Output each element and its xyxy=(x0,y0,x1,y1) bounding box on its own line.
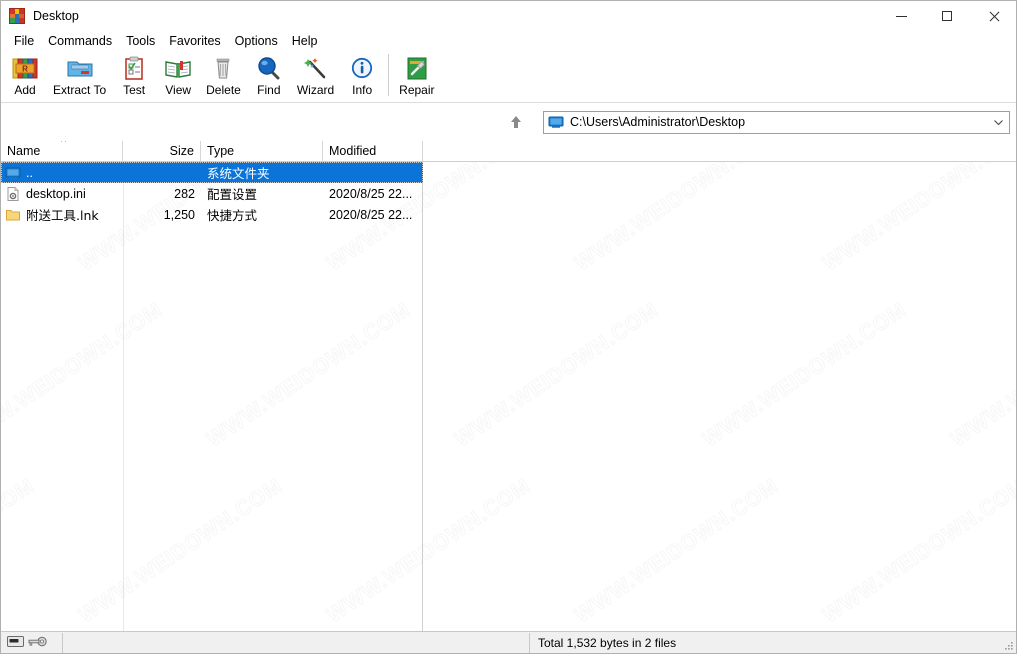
cell-name-text: 附送工具.lnk xyxy=(26,208,99,223)
column-header-size[interactable]: Size xyxy=(123,141,201,161)
menu-item-file[interactable]: File xyxy=(7,33,41,49)
address-combobox[interactable]: C:\Users\Administrator\Desktop xyxy=(543,110,1010,134)
chevron-down-icon[interactable] xyxy=(989,112,1007,133)
shortcut-folder-icon xyxy=(5,207,21,223)
column-header-size-label: Size xyxy=(169,144,194,158)
toolbar-button-delete[interactable]: Delete xyxy=(200,51,247,101)
toolbar-button-wizard[interactable]: Wizard xyxy=(291,51,340,101)
sort-ascending-icon: ^ xyxy=(61,141,67,148)
toolbar-button-find[interactable]: Find xyxy=(247,51,291,101)
title-bar: Desktop xyxy=(1,1,1016,31)
toolbar-button-extract-to[interactable]: Extract To xyxy=(47,51,112,101)
find-magnifier-icon xyxy=(253,53,285,83)
window-title: Desktop xyxy=(33,9,79,23)
minimize-button[interactable] xyxy=(878,1,924,31)
menu-item-commands[interactable]: Commands xyxy=(41,33,119,49)
minimize-icon xyxy=(895,15,907,17)
toolbar-label-view: View xyxy=(165,83,192,97)
toolbar-label-test: Test xyxy=(123,83,146,97)
toolbar: R Add Extract To Test View Delete Find W… xyxy=(1,51,1016,103)
toolbar-button-test[interactable]: Test xyxy=(112,51,156,101)
cell-size: 1,250 xyxy=(163,207,195,222)
extract-folder-icon xyxy=(64,53,96,83)
parent-folder-desktop-icon xyxy=(5,165,21,181)
key-status-icon[interactable] xyxy=(28,635,47,651)
drive-status-icon[interactable] xyxy=(7,635,24,651)
file-list-rows: .. 系统文件夹 desktop.ini 282 配置设置 2020/8/25 … xyxy=(1,162,1016,225)
column-header-type[interactable]: Type xyxy=(201,141,323,161)
cell-name-text: desktop.ini xyxy=(26,186,86,201)
toolbar-label-repair: Repair xyxy=(399,83,435,97)
cell-type: 配置设置 xyxy=(207,187,258,202)
toolbar-button-info[interactable]: Info xyxy=(340,51,384,101)
ini-config-file-icon xyxy=(5,186,21,202)
menu-item-help[interactable]: Help xyxy=(285,33,325,49)
toolbar-button-add[interactable]: R Add xyxy=(3,51,47,101)
cell-name-text: .. xyxy=(26,165,33,180)
status-bar: Total 1,532 bytes in 2 files xyxy=(1,631,1016,653)
address-bar: C:\Users\Administrator\Desktop xyxy=(1,103,1016,141)
toolbar-button-repair[interactable]: Repair xyxy=(393,51,440,101)
column-header-name[interactable]: Name ^ xyxy=(1,141,123,161)
status-total-text: Total 1,532 bytes in 2 files xyxy=(538,635,677,650)
maximize-button[interactable] xyxy=(924,1,970,31)
title-bar-left: Desktop xyxy=(1,8,79,24)
table-row[interactable]: desktop.ini 282 配置设置 2020/8/25 22... xyxy=(1,183,423,204)
view-book-icon xyxy=(162,53,194,83)
maximize-icon xyxy=(942,11,952,21)
wizard-wand-icon xyxy=(300,53,332,83)
resize-grip-icon[interactable] xyxy=(1000,633,1016,653)
table-row[interactable]: .. 系统文件夹 xyxy=(1,162,423,183)
winrar-books-icon xyxy=(9,8,25,24)
column-header-type-label: Type xyxy=(207,144,235,158)
svg-text:R: R xyxy=(22,65,28,74)
close-button[interactable] xyxy=(970,1,1016,31)
cell-modified: 2020/8/25 22... xyxy=(329,186,413,201)
table-row[interactable]: 附送工具.lnk 1,250 快捷方式 2020/8/25 22... xyxy=(1,204,423,225)
close-icon xyxy=(988,11,999,22)
toolbar-label-wizard: Wizard xyxy=(296,83,335,97)
status-bar-icons xyxy=(1,632,63,653)
delete-trash-icon xyxy=(207,53,239,83)
toolbar-label-extract-to: Extract To xyxy=(53,83,107,97)
info-circle-icon xyxy=(346,53,378,83)
cell-name: desktop.ini xyxy=(1,186,123,202)
column-header-modified-label: Modified xyxy=(329,144,377,158)
menu-item-options[interactable]: Options xyxy=(228,33,285,49)
file-list-header: Name ^ Size Type Modified xyxy=(1,141,1016,162)
toolbar-label-add: Add xyxy=(14,83,36,97)
toolbar-label-info: Info xyxy=(352,83,373,97)
menu-bar: File Commands Tools Favorites Options He… xyxy=(1,31,1016,51)
toolbar-button-view[interactable]: View xyxy=(156,51,200,101)
file-list-pane: Name ^ Size Type Modified .. 系统文件夹 deskt… xyxy=(1,141,1016,631)
toolbar-label-find: Find xyxy=(257,83,281,97)
address-value[interactable]: C:\Users\Administrator\Desktop xyxy=(570,115,989,129)
up-one-level-button[interactable] xyxy=(499,107,533,137)
cell-size: 282 xyxy=(174,186,195,201)
repair-hammer-icon xyxy=(401,53,433,83)
menu-item-tools[interactable]: Tools xyxy=(119,33,162,49)
add-archive-icon: R xyxy=(9,53,41,83)
cell-modified: 2020/8/25 22... xyxy=(329,207,413,222)
cell-type: 快捷方式 xyxy=(207,208,258,223)
window-controls xyxy=(878,1,1016,31)
toolbar-separator xyxy=(388,54,390,96)
status-bar-spacer xyxy=(63,632,530,653)
cell-name: 附送工具.lnk xyxy=(1,205,123,224)
test-clipboard-icon xyxy=(118,53,150,83)
file-list-right-edge xyxy=(422,162,423,631)
cell-name: .. xyxy=(1,165,123,181)
winrar-window: WWW.WEIDOWN.COMWWW.WEIDOWN.COMWWW.WEIDOW… xyxy=(0,0,1017,654)
name-column-rule xyxy=(123,162,124,631)
column-header-name-label: Name xyxy=(7,144,41,158)
desktop-monitor-icon xyxy=(548,114,564,130)
menu-item-favorites[interactable]: Favorites xyxy=(162,33,227,49)
column-header-modified[interactable]: Modified xyxy=(323,141,423,161)
toolbar-label-delete: Delete xyxy=(206,83,241,97)
cell-type: 系统文件夹 xyxy=(207,166,270,181)
up-arrow-icon xyxy=(511,116,521,128)
